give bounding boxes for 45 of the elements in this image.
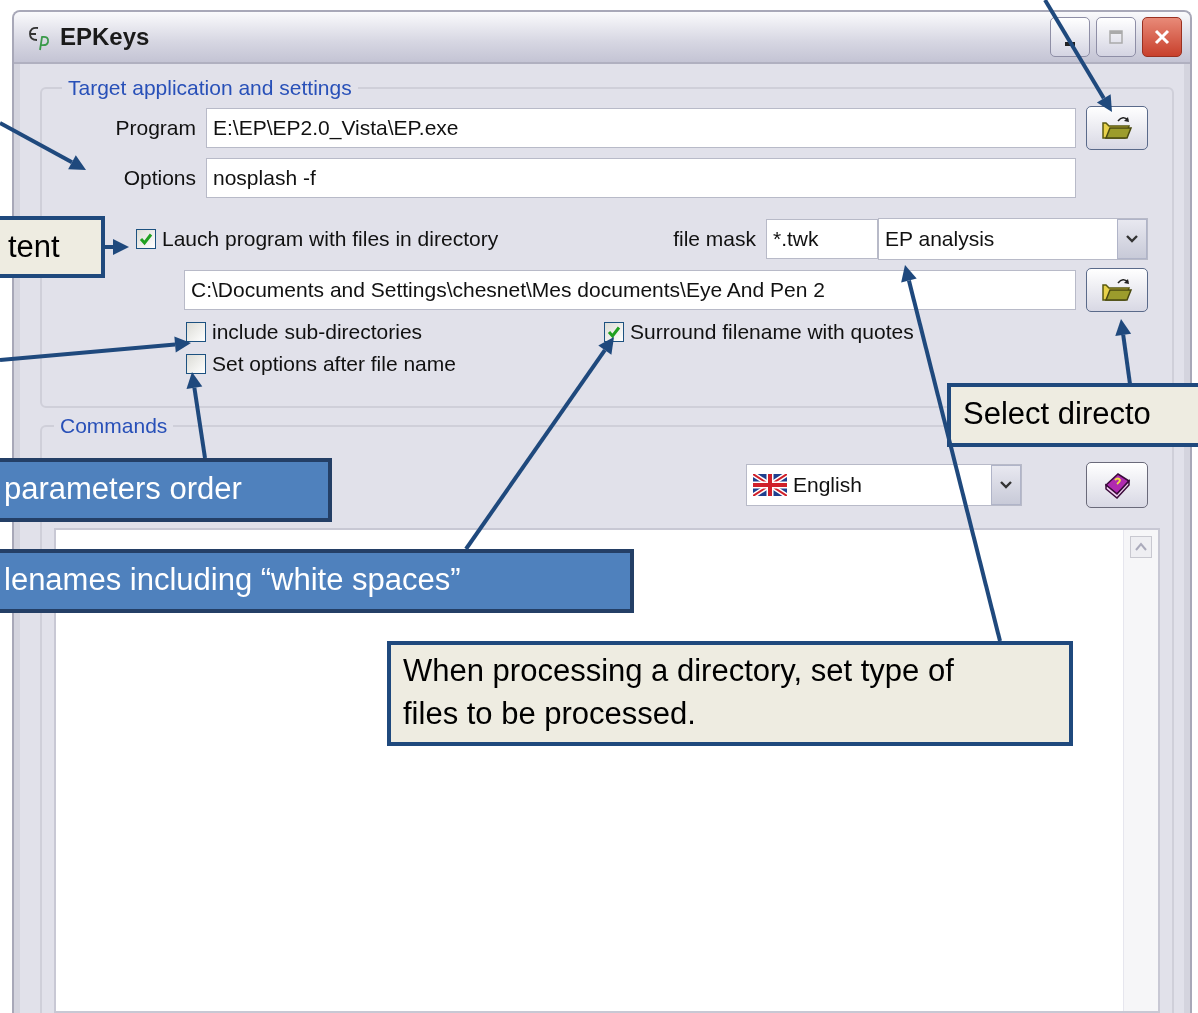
scrollbar[interactable]	[1123, 530, 1158, 1011]
checkbox[interactable]	[186, 322, 206, 342]
text-field[interactable]: E:\EP\EP2.0_Vista\EP.exe	[206, 108, 1076, 148]
group-legend: Commands	[54, 414, 174, 438]
scroll-up-icon	[1130, 536, 1152, 558]
checkbox-label: include sub-directories	[212, 320, 423, 344]
dropdown[interactable]: EP analysis	[878, 218, 1148, 260]
caret-icon	[999, 480, 1013, 490]
dropdown[interactable]: English	[746, 464, 1022, 506]
checkbox[interactable]	[604, 322, 624, 342]
callout-box: When processing a directory, set type of files to be processed.	[387, 641, 1073, 746]
checkbox-label: Lauch program with files in directory	[162, 227, 499, 251]
checkbox[interactable]	[136, 229, 156, 249]
minimize-icon	[1065, 42, 1075, 46]
text-field[interactable]: nosplash -f	[206, 158, 1076, 198]
browse-button[interactable]	[1086, 106, 1148, 150]
window-title: EPKeys	[60, 23, 151, 51]
folder-icon	[1101, 276, 1133, 304]
group-legend: Target application and settings	[62, 76, 358, 100]
callout-arrow	[105, 239, 129, 255]
callout-box: Select directo	[947, 383, 1198, 447]
maximize-icon	[1108, 29, 1124, 45]
folder-icon	[1101, 114, 1133, 142]
field-label: file mask	[673, 227, 756, 251]
checkbox-label: Set options after file name	[212, 352, 456, 376]
field-label: Options	[122, 166, 196, 190]
checkbox-label: Surround filename with quotes	[630, 320, 914, 344]
help-book-icon	[1102, 471, 1132, 499]
close-icon	[1153, 28, 1171, 46]
callout-box: tent	[0, 216, 105, 278]
close-button[interactable]	[1142, 17, 1182, 57]
flag-icon	[753, 474, 787, 496]
checkmark-icon	[138, 231, 154, 247]
field-label: Program	[114, 116, 196, 140]
checkbox[interactable]	[186, 354, 206, 374]
callout-box: parameters order	[0, 458, 332, 522]
caret-icon	[1125, 234, 1139, 244]
text-field[interactable]: C:\Documents and Settings\chesnet\Mes documents\Eye And Pen 2	[184, 270, 1076, 310]
text-field[interactable]: *.twk	[766, 219, 878, 259]
browse-button[interactable]	[1086, 268, 1148, 312]
maximize-button[interactable]	[1096, 17, 1136, 57]
callout-box: lenames including “white spaces”	[0, 549, 634, 613]
checkmark-icon	[606, 324, 622, 340]
help-button[interactable]	[1086, 462, 1148, 508]
callout-arrow	[1115, 319, 1132, 385]
